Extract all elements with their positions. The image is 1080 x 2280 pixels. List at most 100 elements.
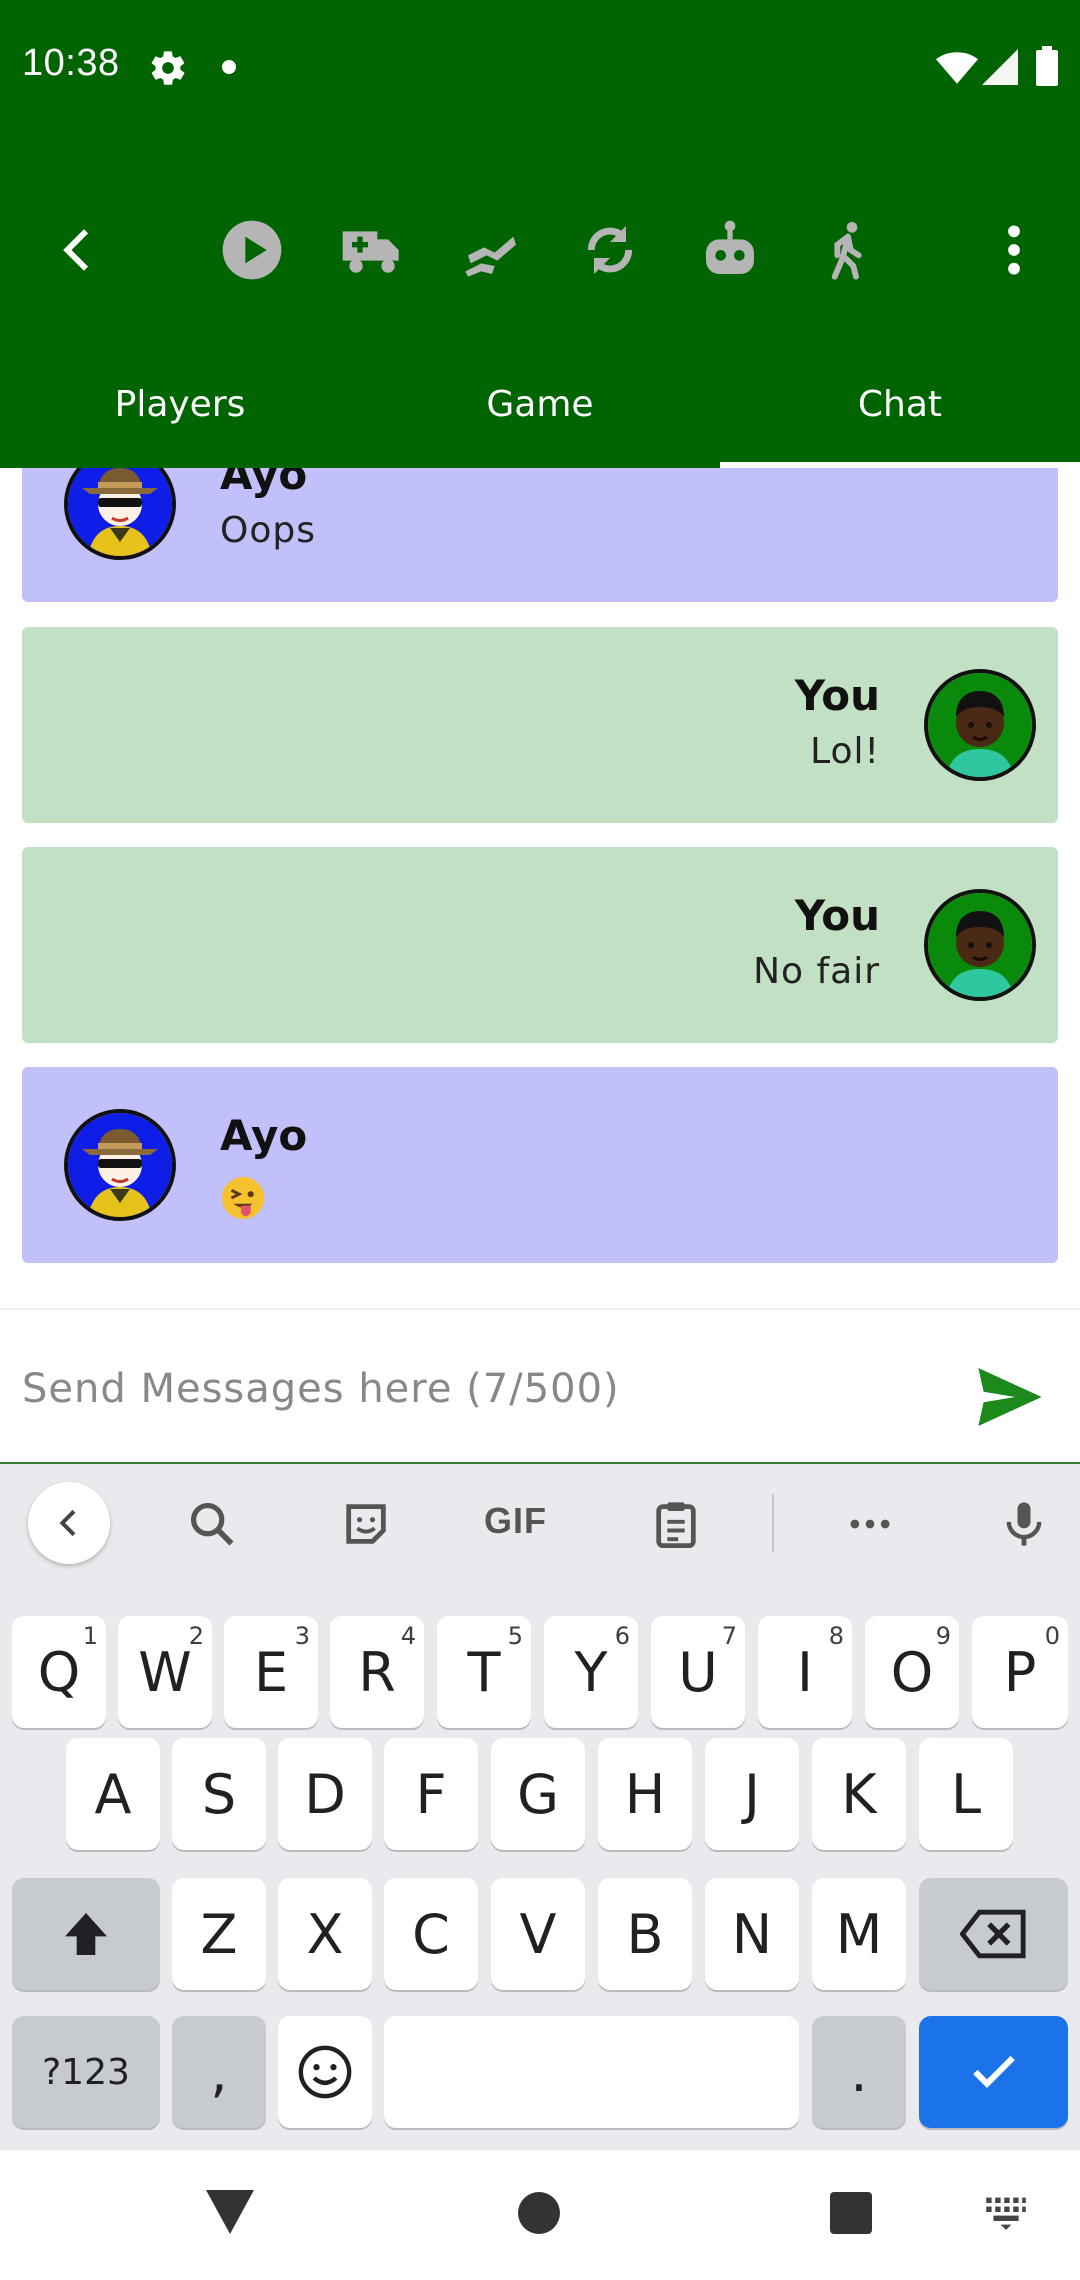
period-key[interactable]: . [812,2016,906,2128]
nav-home-icon[interactable] [518,2192,560,2234]
key-m[interactable]: M [812,1878,906,1990]
key-g[interactable]: G [491,1738,585,1850]
key-hint: 2 [188,1622,204,1650]
key-i[interactable]: I8 [758,1616,852,1728]
space-bar[interactable] [384,2016,799,2128]
key-x[interactable]: X [278,1878,372,1990]
avatar [924,669,1036,781]
key-c[interactable]: C [384,1878,478,1990]
notification-dot-icon [222,60,236,74]
message-composer [0,1308,1080,1464]
shift-key[interactable] [12,1878,160,1990]
message-text: No fair [753,951,880,992]
status-bar: 10:38 [0,0,1080,136]
walk-icon[interactable] [814,216,882,284]
soft-keyboard: GIF Q1 W2 E3 R4 T5 Y6 U7 I8 O9 P0 A S D … [0,1464,1080,2150]
chat-message-other: Ayo [22,1067,1058,1263]
refresh-icon[interactable] [576,216,644,284]
key-label: O [890,1640,934,1704]
system-nav-bar [0,2150,1080,2280]
message-sender: Ayo [220,468,308,499]
key-p[interactable]: P0 [972,1616,1068,1728]
clipboard-icon[interactable] [646,1494,706,1554]
key-label: M [835,1902,883,1966]
key-label: E [253,1640,289,1704]
tab-label: Chat [857,383,943,425]
key-label: T [467,1640,501,1704]
key-h[interactable]: H [598,1738,692,1850]
gif-icon[interactable]: GIF [484,1500,547,1542]
key-f[interactable]: F [384,1738,478,1850]
tab-label: Game [486,383,594,425]
key-label: Y [574,1640,608,1704]
key-k[interactable]: K [812,1738,906,1850]
chat-message-list[interactable]: Ayo Oops You Lol! You No fair Ayo [0,468,1080,1308]
key-o[interactable]: O9 [865,1616,959,1728]
send-icon[interactable] [978,1368,1042,1426]
sticker-icon[interactable] [336,1494,396,1554]
key-hint: 6 [614,1622,630,1650]
tab-chat[interactable]: Chat [720,340,1080,468]
chat-message-self: You No fair [22,847,1058,1043]
microphone-icon[interactable] [994,1494,1054,1554]
back-chevron-icon[interactable] [44,216,112,284]
key-l[interactable]: L [919,1738,1013,1850]
key-r[interactable]: R4 [330,1616,424,1728]
tab-players[interactable]: Players [0,340,360,468]
key-label: Q [37,1640,81,1704]
message-input[interactable] [22,1354,952,1424]
key-label: A [94,1762,132,1826]
key-d[interactable]: D [278,1738,372,1850]
collapse-chevron-icon[interactable] [28,1482,110,1564]
app-header: 10:38 Players Game Chat [0,0,1080,468]
message-sender: You [794,891,880,940]
cell-signal-icon [982,49,1018,85]
key-label: C [412,1902,450,1966]
key-v[interactable]: V [491,1878,585,1990]
key-label: H [624,1762,666,1826]
key-z[interactable]: Z [172,1878,266,1990]
key-label: G [517,1762,559,1826]
swap-players-icon[interactable] [458,216,526,284]
robot-icon[interactable] [696,216,764,284]
smiley-icon [298,2045,352,2099]
key-q[interactable]: Q1 [12,1616,106,1728]
backspace-key[interactable] [919,1878,1068,1990]
more-dots-icon[interactable] [840,1494,900,1554]
enter-key[interactable] [919,2016,1068,2128]
key-label: R [358,1640,396,1704]
key-u[interactable]: U7 [651,1616,745,1728]
key-t[interactable]: T5 [437,1616,531,1728]
key-w[interactable]: W2 [118,1616,212,1728]
key-hint: 4 [400,1622,416,1650]
key-e[interactable]: E3 [224,1616,318,1728]
key-b[interactable]: B [598,1878,692,1990]
key-label: Z [200,1902,238,1966]
key-label: V [519,1902,557,1966]
ambulance-icon[interactable] [338,216,406,284]
key-s[interactable]: S [172,1738,266,1850]
chat-message-self: You Lol! [22,627,1058,823]
search-icon[interactable] [182,1494,242,1554]
comma-key[interactable]: , [172,2016,266,2128]
play-icon[interactable] [218,216,286,284]
key-label: B [626,1902,664,1966]
message-sender: You [794,671,880,720]
symbols-key[interactable]: ?123 [12,2016,160,2128]
key-hint: 1 [82,1622,98,1650]
key-a[interactable]: A [66,1738,160,1850]
key-label: ?123 [42,2051,130,2093]
tab-game[interactable]: Game [360,340,720,468]
key-y[interactable]: Y6 [544,1616,638,1728]
key-j[interactable]: J [705,1738,799,1850]
keyboard-switch-icon[interactable] [984,2194,1028,2230]
overflow-menu-icon[interactable] [980,216,1048,284]
key-hint: 3 [294,1622,310,1650]
emoji-key[interactable] [278,2016,372,2128]
key-hint: 7 [721,1622,737,1650]
avatar [924,889,1036,1001]
nav-recents-icon[interactable] [830,2192,872,2234]
key-n[interactable]: N [705,1878,799,1990]
avatar [64,1109,176,1221]
nav-back-icon[interactable] [206,2190,254,2234]
